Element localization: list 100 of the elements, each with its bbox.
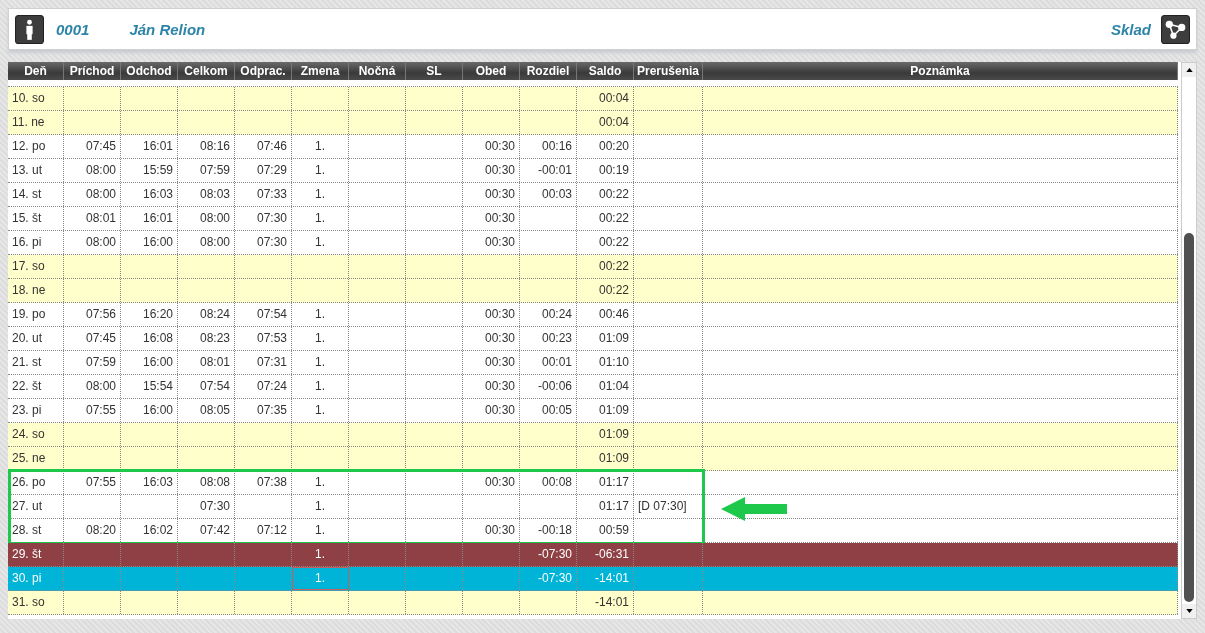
table-cell: 08:03: [178, 183, 235, 206]
table-cell: 12. po: [8, 135, 64, 158]
table-cell: 00:59: [577, 519, 634, 542]
table-cell: -14:01: [577, 591, 634, 614]
scroll-thumb[interactable]: [1184, 233, 1194, 602]
table-cell: 1.: [292, 399, 349, 422]
table-cell: 16:00: [121, 231, 178, 254]
table-cell: 07:54: [178, 375, 235, 398]
table-cell: 00:04: [577, 87, 634, 110]
table-cell: 18. ne: [8, 279, 64, 302]
table-cell: 1.: [292, 303, 349, 326]
table-cell: 15:59: [121, 159, 178, 182]
table-cell: -07:30: [520, 567, 577, 590]
column-header[interactable]: Prerušenia: [634, 62, 703, 80]
column-header[interactable]: Deň: [8, 62, 64, 80]
column-header[interactable]: Príchod: [64, 62, 121, 80]
column-header[interactable]: Nočná: [349, 62, 406, 80]
table-cell: 1.: [292, 375, 349, 398]
table-cell: 16:01: [121, 135, 178, 158]
table-cell: 07:45: [64, 327, 121, 350]
scrollbar[interactable]: [1181, 62, 1197, 619]
column-header[interactable]: Poznámka: [703, 62, 1179, 80]
table-cell: 07:30: [235, 231, 292, 254]
network-icon[interactable]: [1161, 14, 1190, 44]
table-cell: 07:35: [235, 399, 292, 422]
column-header[interactable]: Rozdiel: [520, 62, 577, 80]
table-cell: 15. št: [8, 207, 64, 230]
table-cell: 1.: [292, 183, 349, 206]
table-cell: 00:01: [520, 351, 577, 374]
table-cell: 16:03: [121, 471, 178, 494]
column-header[interactable]: SL: [406, 62, 463, 80]
table-cell: 07:53: [235, 327, 292, 350]
table-cell: 08:00: [64, 183, 121, 206]
table-cell: 00:30: [463, 327, 520, 350]
table-cell: 1.: [292, 495, 349, 518]
table-cell: 07:30: [178, 495, 235, 518]
table-cell: 07:59: [178, 159, 235, 182]
table-cell: 08:00: [64, 375, 121, 398]
table-cell: 16:00: [121, 399, 178, 422]
table-cell: 00:30: [463, 207, 520, 230]
table-cell: [D 07:30]: [634, 495, 703, 518]
table-cell: 00:30: [463, 519, 520, 542]
table-cell: 00:22: [577, 207, 634, 230]
table-cell: 14. st: [8, 183, 64, 206]
department-label: Sklad: [1110, 20, 1151, 38]
table-cell: 1.: [292, 567, 349, 590]
table-cell: 07:46: [235, 135, 292, 158]
table-cell: 00:30: [463, 231, 520, 254]
table-cell: 00:08: [520, 471, 577, 494]
scroll-up-icon[interactable]: [1182, 63, 1196, 77]
table-cell: 00:30: [463, 375, 520, 398]
table-cell: 00:30: [463, 183, 520, 206]
table-cell: 1.: [292, 543, 349, 566]
table-cell: 07:56: [64, 303, 121, 326]
table-cell: 07:59: [64, 351, 121, 374]
table-cell: 1.: [292, 207, 349, 230]
column-header[interactable]: Zmena: [292, 62, 349, 80]
table-cell: 00:16: [520, 135, 577, 158]
table-cell: 11. ne: [8, 111, 64, 134]
table-cell: 00:30: [463, 303, 520, 326]
table-cell: 00:22: [577, 183, 634, 206]
table-cell: 08:00: [178, 231, 235, 254]
column-header[interactable]: Odprac.: [235, 62, 292, 80]
table-cell: 01:09: [577, 327, 634, 350]
table-cell: 21. st: [8, 351, 64, 374]
table-cell: 10. so: [8, 87, 64, 110]
table-cell: 00:30: [463, 135, 520, 158]
column-header[interactable]: Celkom: [178, 62, 235, 80]
table-cell: 07:45: [64, 135, 121, 158]
column-header[interactable]: Obed: [463, 62, 520, 80]
table-cell: 1.: [292, 351, 349, 374]
table-cell: 00:30: [463, 351, 520, 374]
table-cell: 16:01: [121, 207, 178, 230]
table-cell: 16:03: [121, 183, 178, 206]
table-cell: 22. št: [8, 375, 64, 398]
table-cell: 13. ut: [8, 159, 64, 182]
table-cell: 08:00: [178, 207, 235, 230]
person-icon: [15, 14, 44, 44]
table-cell: 01:09: [577, 399, 634, 422]
table-cell: 1.: [292, 327, 349, 350]
table-cell: 00:24: [520, 303, 577, 326]
table-cell: 01:17: [577, 471, 634, 494]
table-cell: 00:46: [577, 303, 634, 326]
table-cell: 07:29: [235, 159, 292, 182]
table-cell: 16:08: [121, 327, 178, 350]
table-cell: 23. pi: [8, 399, 64, 422]
table-cell: 16:20: [121, 303, 178, 326]
column-header[interactable]: Odchod: [121, 62, 178, 80]
table-cell: -06:31: [577, 543, 634, 566]
table-cell: 1.: [292, 231, 349, 254]
table-cell: 20. ut: [8, 327, 64, 350]
scroll-down-icon[interactable]: [1182, 604, 1196, 618]
table-cell: 00:22: [577, 231, 634, 254]
table-cell: 00:30: [463, 471, 520, 494]
table-cell: 07:54: [235, 303, 292, 326]
column-header[interactable]: Saldo: [577, 62, 634, 80]
table-cell: 01:09: [577, 447, 634, 470]
table-cell: 07:24: [235, 375, 292, 398]
table-cell: -14:01: [577, 567, 634, 590]
table-cell: -00:18: [520, 519, 577, 542]
